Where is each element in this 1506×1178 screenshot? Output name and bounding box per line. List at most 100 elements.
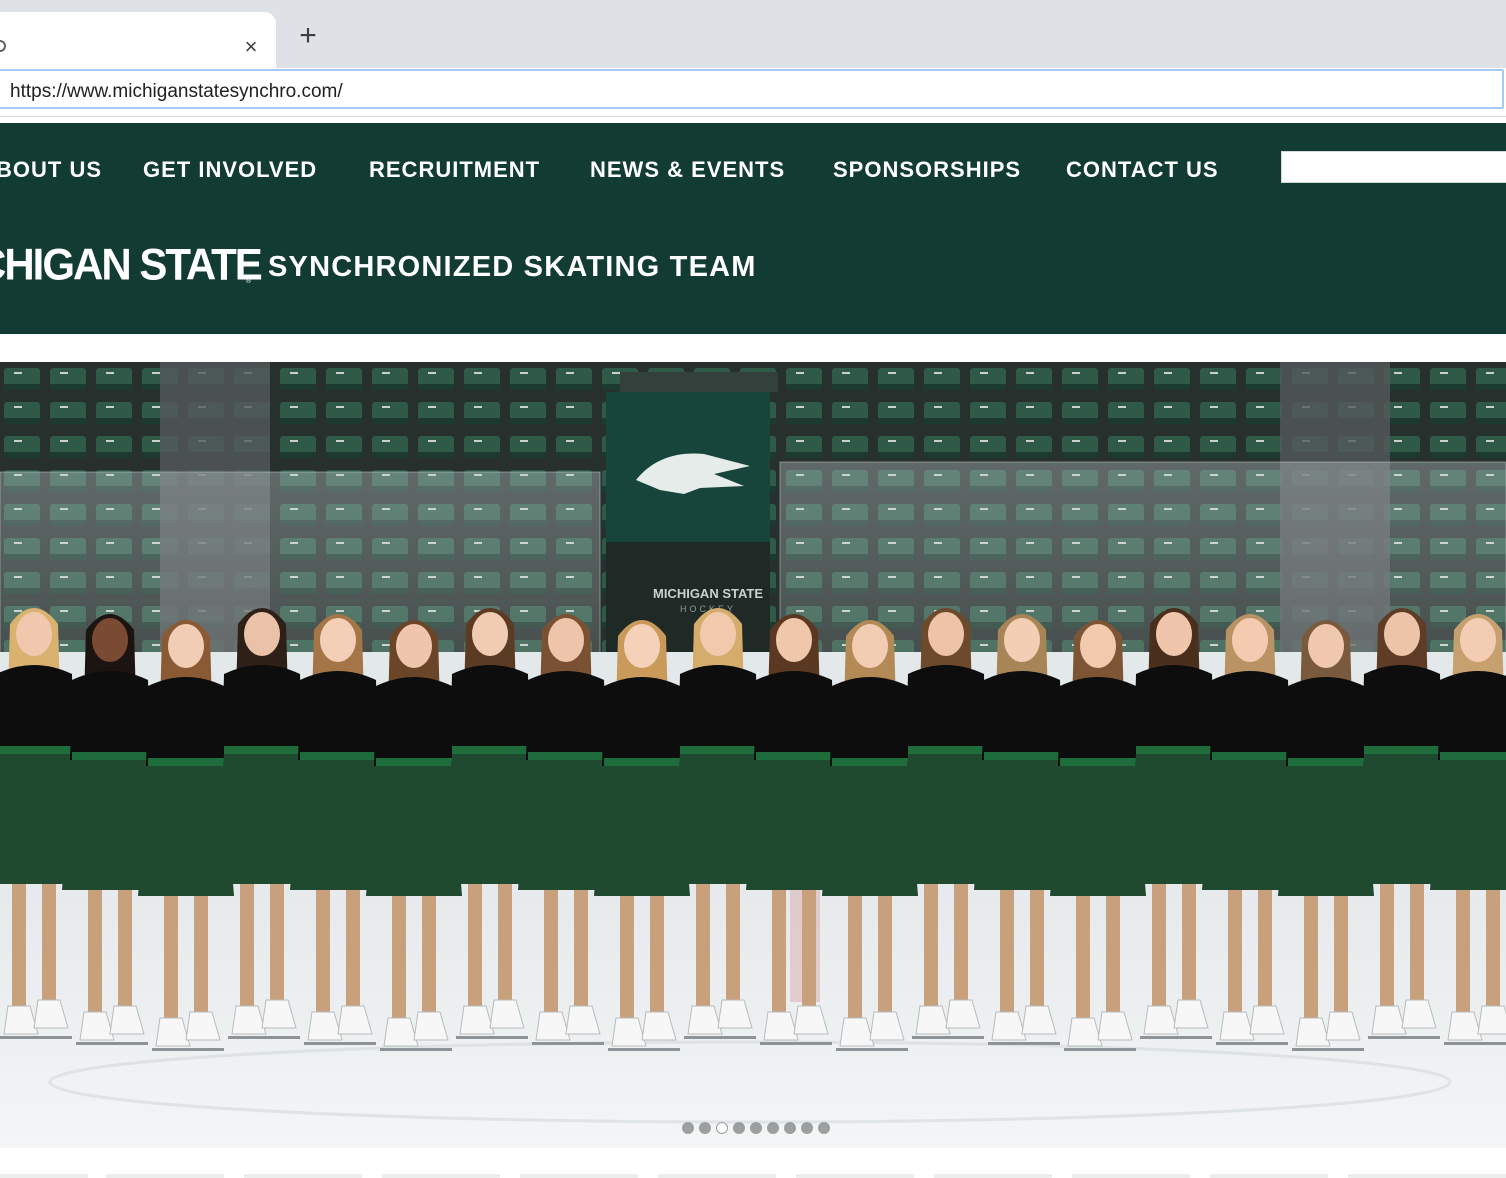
skate-blade [1368,1036,1440,1039]
skater-leg [772,890,786,1020]
skater-leg [42,884,56,1009]
skater-leg [1182,884,1196,1009]
skate-blade [228,1036,300,1039]
nav-item-get-involved[interactable]: GET INVOLVED [143,157,317,183]
close-tab-icon[interactable]: × [240,36,262,58]
skate-blade [1216,1042,1288,1045]
skate-blade [988,1042,1060,1045]
skater-leg [194,896,208,1021]
nav-item-sponsorships[interactable]: SPONSORSHIPS [833,157,1021,183]
slider-dot[interactable] [716,1122,728,1134]
main-nav: BOUT US GET INVOLVED RECRUITMENT NEWS & … [0,123,1506,219]
skater-top [906,665,986,754]
skate-blade [152,1048,224,1051]
nav-item-contact-us[interactable]: CONTACT US [1066,157,1219,183]
slider-dot[interactable] [818,1122,830,1134]
slider-dot[interactable] [750,1122,762,1134]
skater-top [374,677,454,766]
skater-leg [346,890,360,1015]
skate-blade [304,1042,376,1045]
skater-leg [802,890,816,1015]
skater-leg [498,884,512,1009]
skater-top [830,677,910,766]
skate-boot [1477,1005,1506,1035]
skater-top [1362,665,1442,754]
skater-face [1460,618,1496,662]
skater-top [1286,677,1366,766]
slider-dot[interactable] [682,1122,694,1134]
skate-blade [456,1036,528,1039]
skater-leg [1304,896,1318,1026]
skater-face [1384,612,1420,656]
skater-top [1134,665,1214,754]
skater-leg [1410,884,1424,1009]
page-bottom-strip [0,1148,1506,1178]
skater-leg [12,884,26,1014]
skater-leg [118,890,132,1015]
tab-favicon-icon [0,40,6,52]
skater-face [1308,624,1344,668]
skater-face [624,624,660,668]
skater-leg [1456,890,1470,1020]
skater-leg [924,884,938,1014]
skater-face [168,624,204,668]
skate-blade [532,1042,604,1045]
skater-leg [422,896,436,1021]
skater-top [1058,677,1138,766]
skate-blade [912,1036,984,1039]
skater-leg [620,896,634,1026]
nav-item-about-us[interactable]: BOUT US [0,157,102,183]
browser-tab[interactable]: × [0,12,276,68]
skate-blade [836,1048,908,1051]
skater-top [602,677,682,766]
skater-leg [726,884,740,1009]
hero-team-photo: MICHIGAN STATE HOCKEY [0,362,1506,1148]
skater-leg [1228,890,1242,1020]
skater-leg [1152,884,1166,1014]
new-tab-icon[interactable]: + [294,21,322,51]
skater-top [0,665,74,754]
address-bar[interactable]: https://www.michiganstatesynchro.com/ [0,69,1504,109]
sign-text: MICHIGAN STATE [653,586,763,601]
skater-top [298,671,378,760]
slider-dot[interactable] [733,1122,745,1134]
slider-dot[interactable] [767,1122,779,1134]
registered-mark: ® [246,278,252,285]
site-tagline: SYNCHRONIZED SKATING TEAM [268,251,757,283]
slider-dot[interactable] [801,1122,813,1134]
skater-skirt [1430,760,1506,890]
skater-face [1232,618,1268,662]
slider-dot[interactable] [699,1122,711,1134]
browser-tabstrip: × + [0,0,1506,68]
browser-toolbar: https://www.michiganstatesynchro.com/ [0,68,1506,117]
skater-leg [650,896,664,1021]
slider-dot[interactable] [784,1122,796,1134]
skater-top [222,665,302,754]
skate-blade [380,1048,452,1051]
site-header: BOUT US GET INVOLVED RECRUITMENT NEWS & … [0,123,1506,334]
skater-leg [88,890,102,1020]
search-input[interactable] [1281,151,1506,183]
nav-item-recruitment[interactable]: RECRUITMENT [369,157,540,183]
skater-face [548,618,584,662]
skater-top [1438,671,1506,760]
skater-face [700,612,736,656]
skater-leg [954,884,968,1009]
skater-top [146,677,226,766]
skater-leg [316,890,330,1020]
url-text[interactable]: https://www.michiganstatesynchro.com/ [10,81,343,103]
skater-top [1210,671,1290,760]
skate-blade [1064,1048,1136,1051]
skater-leg [1258,890,1272,1015]
skate-blade [760,1042,832,1045]
skater-leg [1076,896,1090,1026]
skater-leg [468,884,482,1014]
skater-leg [1334,896,1348,1021]
skater-top [678,665,758,754]
skate-blade [1444,1042,1506,1045]
michigan-state-wordmark[interactable]: CHIGAN STATE [0,240,263,290]
skater-leg [848,896,862,1026]
nav-item-news-events[interactable]: NEWS & EVENTS [590,157,785,183]
skater-face [1080,624,1116,668]
skater-face [92,618,128,662]
